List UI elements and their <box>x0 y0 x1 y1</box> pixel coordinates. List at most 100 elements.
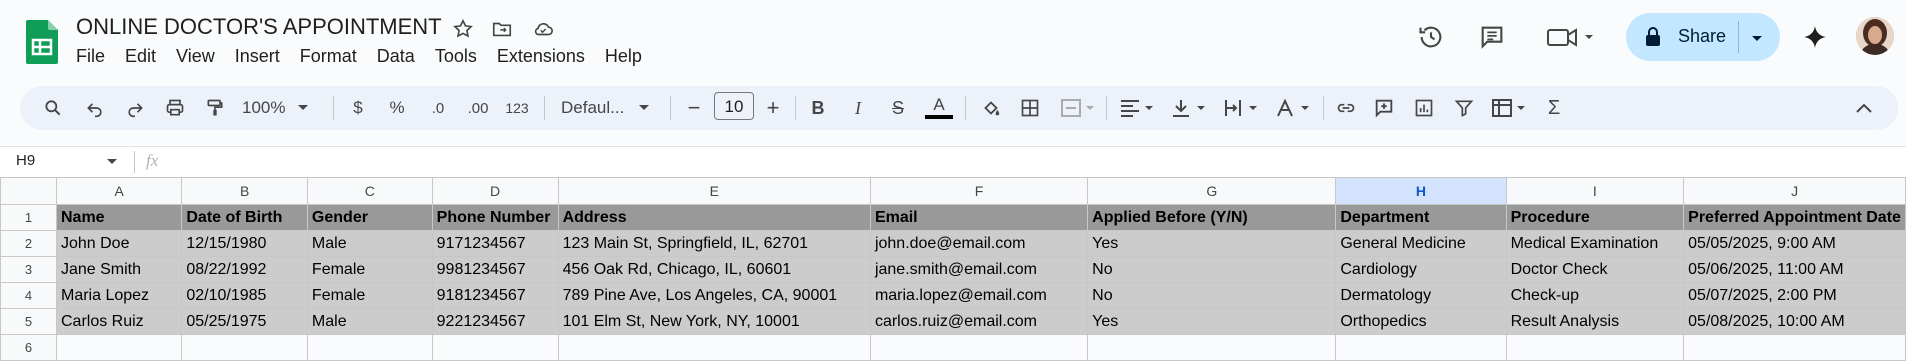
cell[interactable]: 9171234567 <box>431 230 559 257</box>
decrease-decimal-button[interactable]: .0 <box>424 86 452 130</box>
gemini-icon[interactable] <box>1800 22 1830 52</box>
cell[interactable]: Male <box>306 308 433 335</box>
cell[interactable]: Doctor Check <box>1505 256 1685 283</box>
menu-file[interactable]: File <box>76 46 105 67</box>
undo-icon[interactable] <box>82 86 108 130</box>
cell[interactable]: Medical Examination <box>1505 230 1685 257</box>
row-header-1[interactable]: 1 <box>0 204 57 231</box>
cell[interactable]: 101 Elm St, New York, NY, 10001 <box>557 308 871 335</box>
fill-color-icon[interactable] <box>978 86 1004 130</box>
cell[interactable]: carlos.ruiz@email.com <box>869 308 1089 335</box>
cell[interactable]: No <box>1087 256 1337 283</box>
cell[interactable]: Address <box>557 204 871 231</box>
cell[interactable]: 05/25/1975 <box>181 308 308 335</box>
formula-input[interactable] <box>180 152 1880 172</box>
cell[interactable] <box>1683 334 1906 361</box>
cell[interactable]: Date of Birth <box>181 204 308 231</box>
column-header-d[interactable]: D <box>431 177 559 205</box>
column-header-b[interactable]: B <box>181 177 308 205</box>
sheets-logo-icon[interactable] <box>26 20 58 64</box>
cell[interactable]: Preferred Appointment Date <box>1683 204 1906 231</box>
share-dropdown-icon[interactable] <box>1750 31 1764 49</box>
column-header-g[interactable]: G <box>1087 177 1337 205</box>
filter-icon[interactable] <box>1452 86 1476 130</box>
font-size-input[interactable]: 10 <box>714 92 754 120</box>
cell[interactable] <box>557 334 871 361</box>
cell[interactable]: 05/06/2025, 11:00 AM <box>1683 256 1906 283</box>
move-folder-icon[interactable] <box>489 16 515 42</box>
cell[interactable] <box>869 334 1089 361</box>
menu-help[interactable]: Help <box>605 46 642 67</box>
row-header-4[interactable]: 4 <box>0 282 57 309</box>
cell[interactable]: Check-up <box>1505 282 1685 309</box>
cell[interactable] <box>181 334 308 361</box>
cell[interactable]: 9221234567 <box>431 308 559 335</box>
column-header-h[interactable]: H <box>1335 177 1507 205</box>
column-header-f[interactable]: F <box>869 177 1089 205</box>
comments-icon[interactable] <box>1477 22 1507 52</box>
search-menus-icon[interactable] <box>40 86 66 130</box>
cell[interactable]: General Medicine <box>1335 230 1507 257</box>
row-header-6[interactable]: 6 <box>0 334 57 361</box>
cell[interactable]: Yes <box>1087 308 1337 335</box>
insert-comment-icon[interactable] <box>1372 86 1396 130</box>
cell[interactable]: Female <box>306 256 433 283</box>
font-size-increase-button[interactable]: + <box>762 86 784 130</box>
cell[interactable]: 08/22/1992 <box>181 256 308 283</box>
cell[interactable]: maria.lopez@email.com <box>869 282 1089 309</box>
menu-data[interactable]: Data <box>377 46 415 67</box>
filter-views-icon[interactable] <box>1490 86 1530 130</box>
meet-icon[interactable] <box>1544 22 1600 52</box>
print-icon[interactable] <box>162 86 188 130</box>
cell[interactable]: Department <box>1335 204 1507 231</box>
cell[interactable]: 05/05/2025, 9:00 AM <box>1683 230 1906 257</box>
column-header-i[interactable]: I <box>1505 177 1685 205</box>
row-header-5[interactable]: 5 <box>0 308 57 335</box>
version-history-icon[interactable] <box>1416 22 1446 52</box>
borders-icon[interactable] <box>1018 86 1042 130</box>
column-header-c[interactable]: C <box>306 177 433 205</box>
currency-button[interactable]: $ <box>348 86 368 130</box>
cell[interactable]: 02/10/1985 <box>181 282 308 309</box>
cell[interactable]: Result Analysis <box>1505 308 1685 335</box>
bold-button[interactable]: B <box>808 86 828 130</box>
cell[interactable]: 05/07/2025, 2:00 PM <box>1683 282 1906 309</box>
cell[interactable]: Name <box>55 204 183 231</box>
cell[interactable] <box>55 334 183 361</box>
cell[interactable]: Female <box>306 282 433 309</box>
cell[interactable]: John Doe <box>55 230 183 257</box>
cell[interactable]: No <box>1087 282 1337 309</box>
avatar[interactable] <box>1856 17 1894 55</box>
name-box-dropdown-icon[interactable] <box>106 158 118 166</box>
strikethrough-button[interactable]: S <box>886 86 910 130</box>
cell[interactable]: Gender <box>306 204 433 231</box>
zoom-select[interactable]: 100% <box>242 86 322 130</box>
cell[interactable]: john.doe@email.com <box>869 230 1089 257</box>
percent-button[interactable]: % <box>386 86 408 130</box>
column-header-j[interactable]: J <box>1683 177 1906 205</box>
menu-view[interactable]: View <box>176 46 215 67</box>
cell[interactable]: 9981234567 <box>431 256 559 283</box>
cell[interactable]: Maria Lopez <box>55 282 183 309</box>
paint-format-icon[interactable] <box>202 86 228 130</box>
document-title[interactable]: ONLINE DOCTOR'S APPOINTMENT <box>76 14 442 40</box>
collapse-toolbar-icon[interactable] <box>1852 86 1876 130</box>
cell[interactable]: Applied Before (Y/N) <box>1087 204 1337 231</box>
cell[interactable]: Email <box>869 204 1089 231</box>
number-format-button[interactable]: 123 <box>502 86 532 130</box>
redo-icon[interactable] <box>122 86 148 130</box>
insert-link-icon[interactable] <box>1334 86 1358 130</box>
column-header-e[interactable]: E <box>557 177 871 205</box>
cell[interactable]: jane.smith@email.com <box>869 256 1089 283</box>
name-box[interactable]: H9 <box>16 152 35 169</box>
italic-button[interactable]: I <box>848 86 868 130</box>
text-rotation-icon[interactable] <box>1274 86 1314 130</box>
increase-decimal-button[interactable]: .00 <box>462 86 494 130</box>
cell[interactable]: Procedure <box>1505 204 1685 231</box>
cloud-saved-icon[interactable] <box>529 16 557 42</box>
text-wrapping-icon[interactable] <box>1222 86 1262 130</box>
font-select[interactable]: Defaul... <box>561 86 657 130</box>
cell[interactable]: 05/08/2025, 10:00 AM <box>1683 308 1906 335</box>
cell[interactable]: Male <box>306 230 433 257</box>
cell[interactable]: 12/15/1980 <box>181 230 308 257</box>
